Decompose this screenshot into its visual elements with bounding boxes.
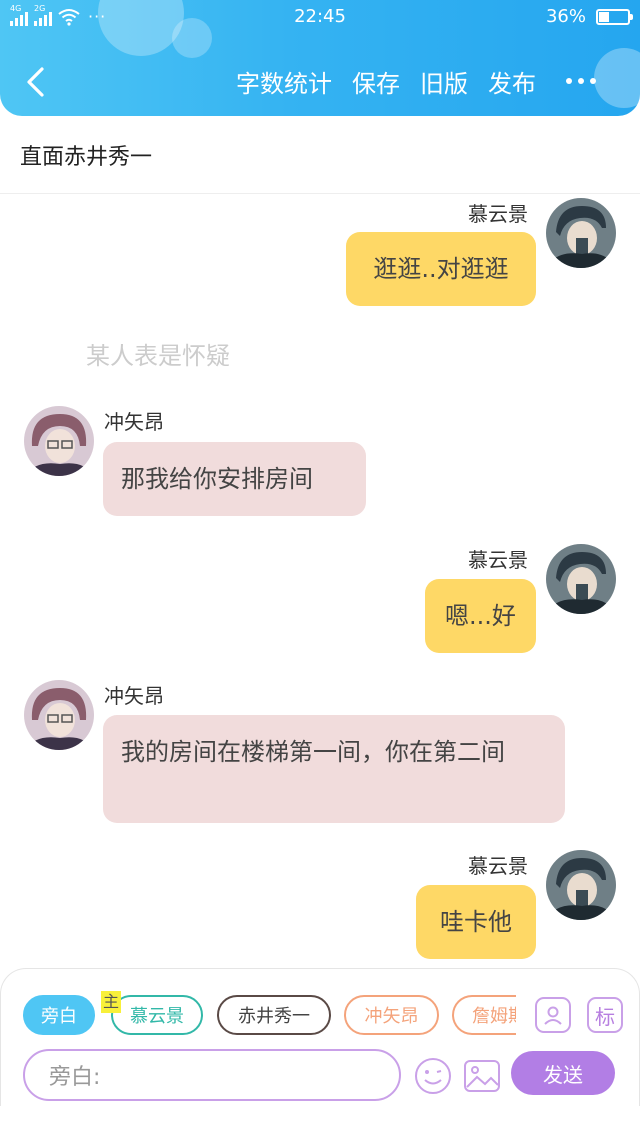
speaker-name: 慕云景 [468,854,528,878]
battery-icon [596,8,633,25]
message-bubble-right[interactable]: 逛逛..对逛逛 [346,232,536,306]
message-bubble-right[interactable]: 嗯...好 [425,579,536,653]
emoji-icon[interactable] [414,1057,452,1095]
speaker-name: 冲矢昂 [104,684,164,708]
send-button[interactable]: 发送 [511,1051,615,1095]
role-chip-muyunjing[interactable]: 慕云景 [111,995,203,1035]
speaker-name: 冲矢昂 [104,410,164,434]
publish-button[interactable]: 发布 [488,64,536,99]
back-arrow-icon[interactable] [22,66,50,98]
avatar-muyunjing[interactable] [546,850,616,920]
battery-level [599,11,609,22]
main-role-badge: 主 [101,991,121,1013]
role-chip-zhanmusi[interactable]: 詹姆斯 [452,995,516,1035]
role-chip-chijinxiuyi[interactable]: 赤井秀一 [217,995,331,1035]
message-bubble-right[interactable]: 哇卡他 [416,885,536,959]
save-button[interactable]: 保存 [352,64,400,99]
role-chip-chongshiang[interactable]: 冲矢昂 [344,995,439,1035]
role-chip-narration[interactable]: 旁白 [23,995,95,1035]
message-input[interactable]: 旁白: [23,1049,401,1101]
chat-area[interactable]: 慕云景 逛逛..对逛逛 某人表是怀疑 冲矢昂 那我给你安排房间 慕云景 嗯...… [0,194,640,970]
avatar-muyunjing[interactable] [546,198,616,268]
speaker-name: 慕云景 [468,548,528,572]
more-options-icon[interactable] [566,78,596,84]
clock: 22:45 [294,6,346,27]
battery-percent: 36% [545,6,586,27]
nav-bar: 字数统计 保存 旧版 发布 [0,56,640,108]
image-icon[interactable] [463,1057,501,1095]
character-manage-icon[interactable] [535,997,571,1033]
narration-text[interactable]: 某人表是怀疑 [86,336,230,371]
word-count-button[interactable]: 字数统计 [236,64,332,99]
avatar-chongshiang[interactable] [24,680,94,750]
message-bubble-left[interactable]: 那我给你安排房间 [103,442,366,516]
bottom-bar [0,1106,640,1138]
story-title: 直面赤井秀一 [20,144,153,170]
message-bubble-left[interactable]: 我的房间在楼梯第一间，你在第二间 [103,715,565,823]
status-bar: 4G 2G ··· 22:45 36% [0,0,640,34]
story-title-bar[interactable]: 直面赤井秀一 [0,116,640,194]
avatar-muyunjing[interactable] [546,544,616,614]
speaker-name: 慕云景 [468,202,528,226]
avatar-chongshiang[interactable] [24,406,94,476]
old-version-button[interactable]: 旧版 [420,64,468,99]
composer-panel: 旁白 慕云景 主 赤井秀一 冲矢昂 詹姆斯 标 旁白: 发送 [0,968,640,1106]
mark-tool-button[interactable]: 标 [587,997,623,1033]
app-header: 4G 2G ··· 22:45 36% 字数统计 保存 旧版 发布 [0,0,640,116]
